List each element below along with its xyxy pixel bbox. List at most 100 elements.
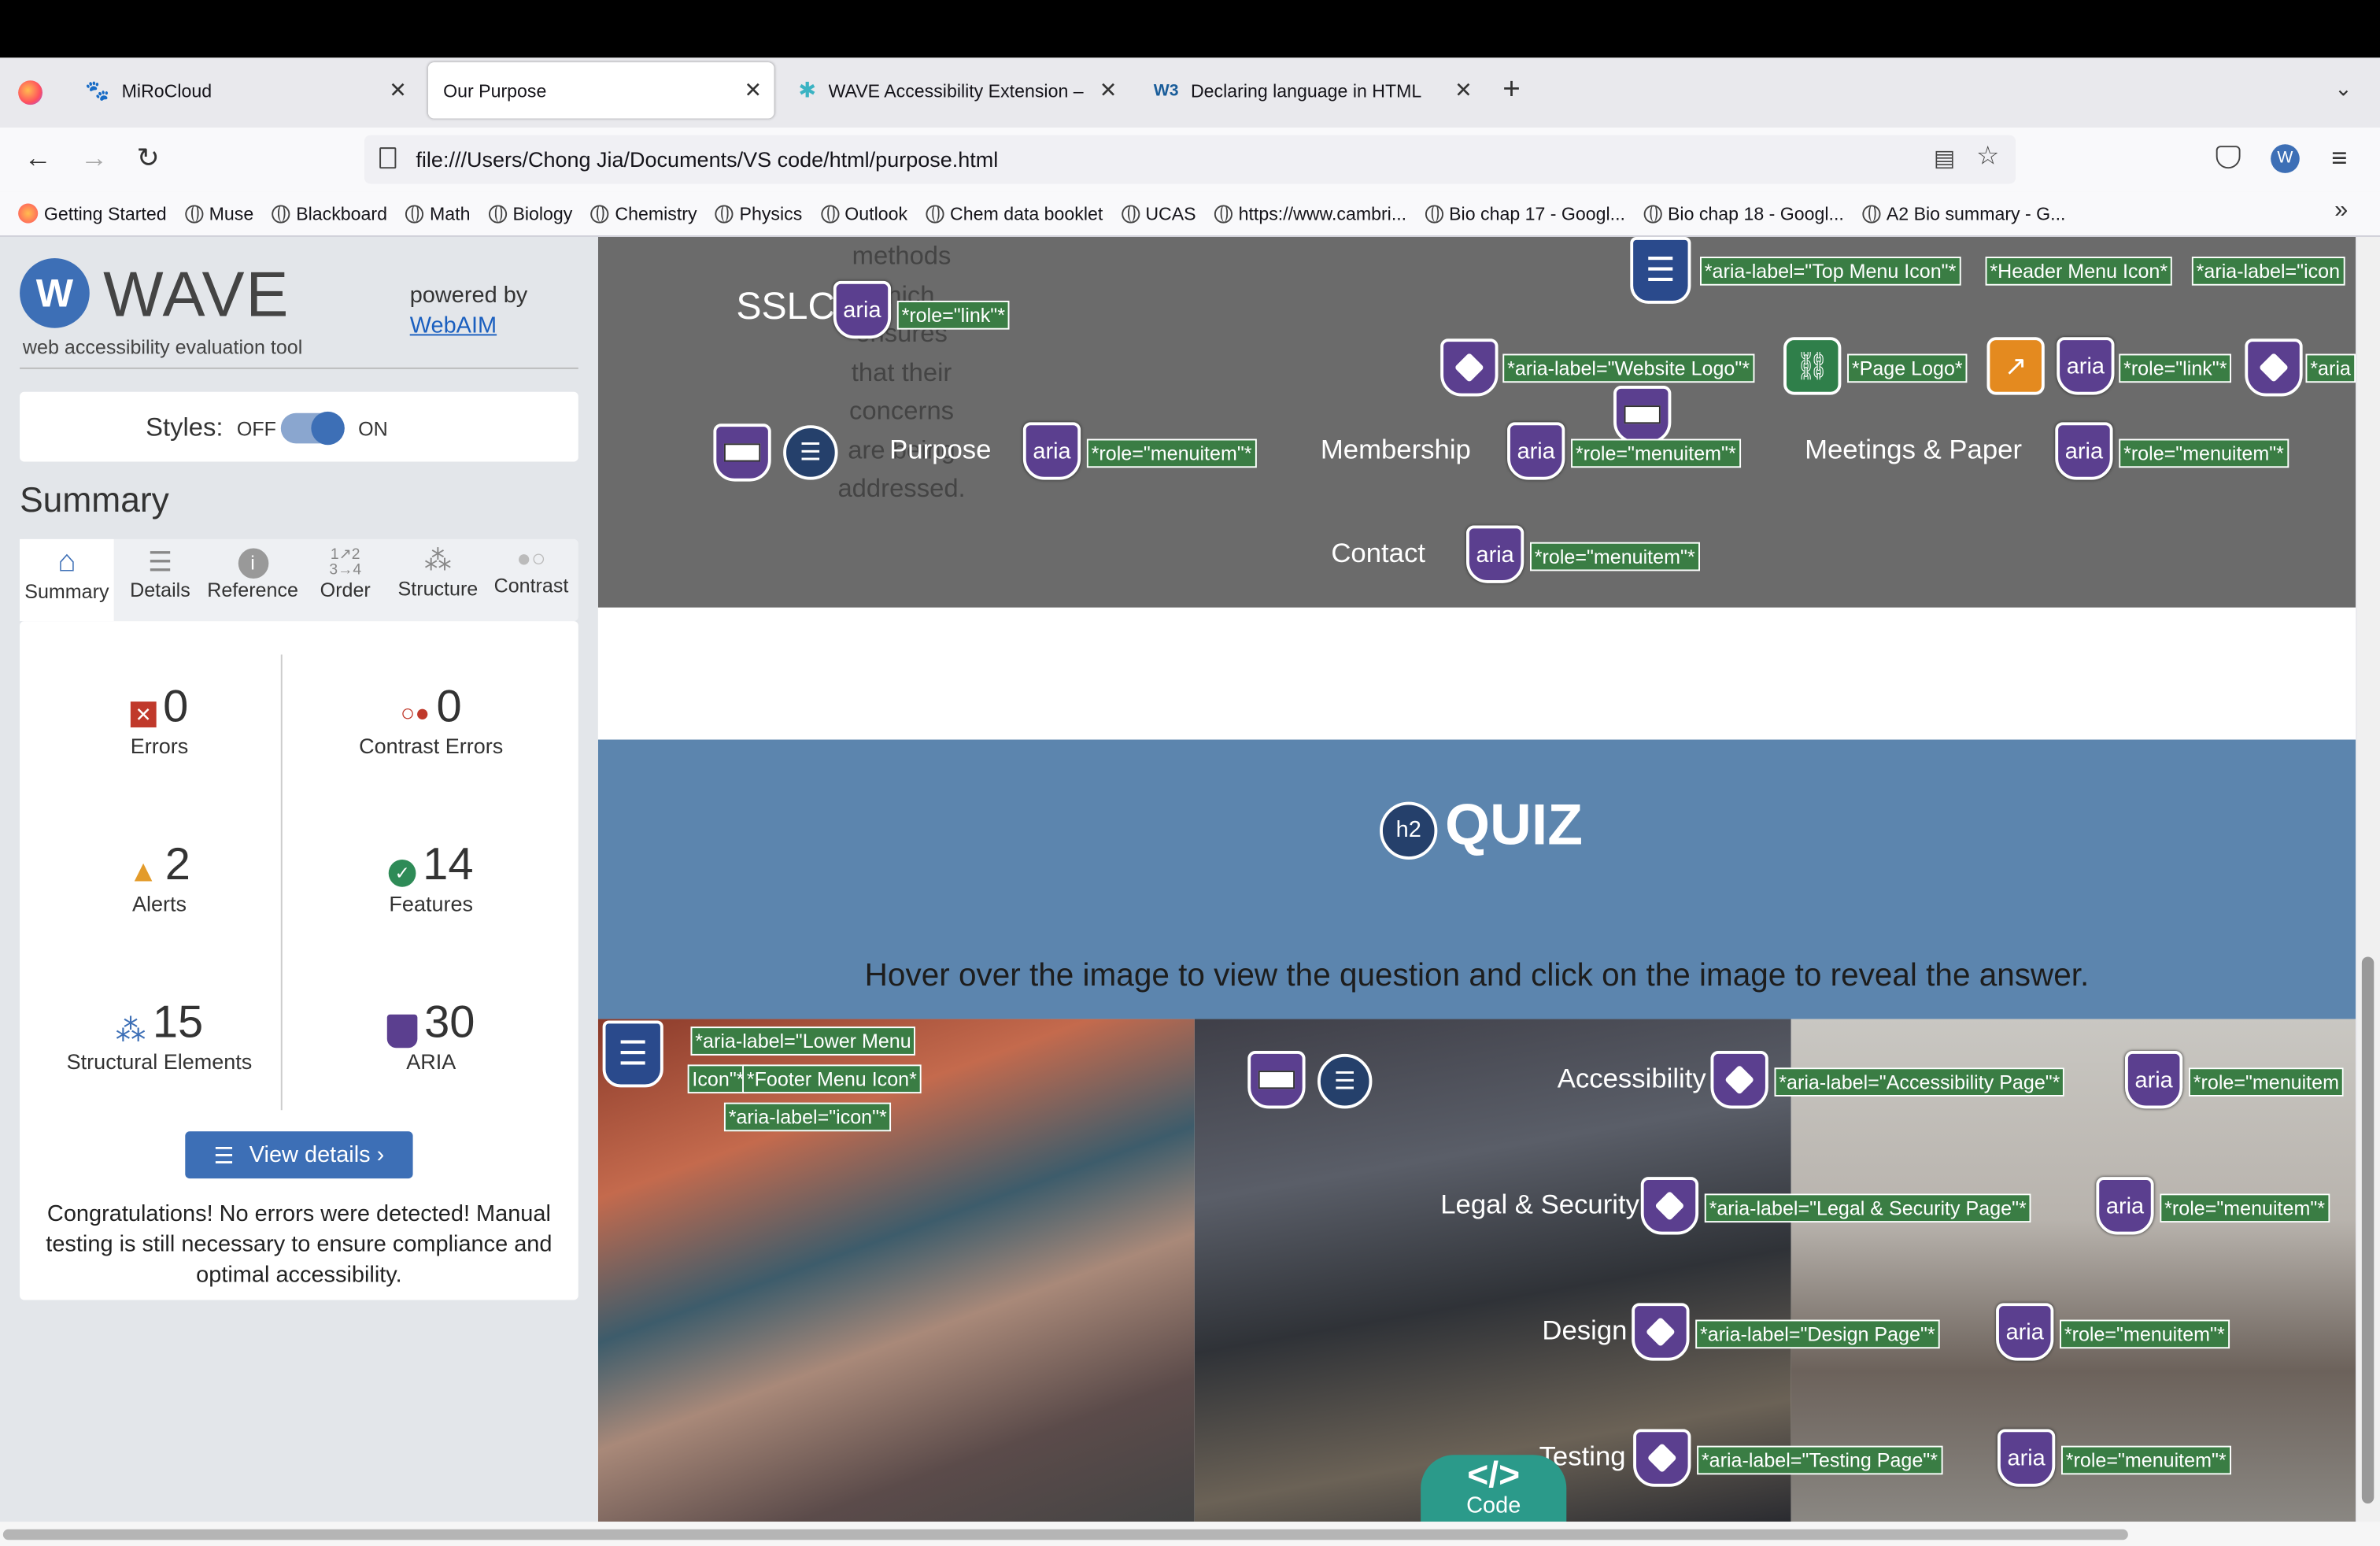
accessibility-page-label: *aria-label="Accessibility Page"* — [1774, 1067, 2065, 1097]
nav-link-purpose[interactable]: Purpose — [889, 435, 991, 467]
nav-link-contact[interactable]: Contact — [1331, 538, 1425, 570]
reload-icon[interactable]: ↻ — [137, 142, 160, 175]
browser-window: 🐾 MiRoCloud ✕ Our Purpose ✕ ✱ WAVE Acces… — [0, 0, 2380, 1546]
divider — [20, 367, 578, 369]
footer-menu-label: *Footer Menu Icon* — [742, 1064, 922, 1094]
reader-view-icon[interactable]: ▤ — [1934, 144, 1955, 172]
list-icon: ☰ — [783, 425, 838, 480]
bookmark-biology[interactable]: Biology — [488, 203, 572, 224]
footer-link-design[interactable]: Design — [1542, 1315, 1627, 1348]
role-menuitem-label: *role="menuitem — [2188, 1067, 2344, 1097]
structural-stat[interactable]: ⁂ 15 Structural Elements — [35, 998, 283, 1074]
errors-label: Errors — [130, 733, 189, 758]
bookmark-outlook[interactable]: Outlook — [820, 203, 907, 224]
horizontal-scrollbar[interactable] — [0, 1522, 2380, 1546]
alert-icon: ▲ — [128, 855, 159, 890]
scrollbar-thumb[interactable] — [2, 1529, 2128, 1540]
bookmark-physics[interactable]: Physics — [715, 203, 802, 224]
features-stat[interactable]: ✓ 14 Features — [302, 840, 560, 915]
code-toggle-button[interactable]: </> Code — [1421, 1455, 1567, 1522]
role-menuitem-label: *role="menuitem"* — [2060, 1445, 2231, 1475]
bookmark-label: A2 Bio summary - G... — [1886, 202, 2066, 224]
bookmark-label: Chem data booklet — [950, 202, 1103, 224]
app-menu-icon[interactable]: ≡ — [2331, 142, 2347, 175]
bookmark-math[interactable]: Math — [405, 203, 470, 224]
nav-link-meetings[interactable]: Meetings & Paper — [1805, 435, 2022, 467]
header-section: methods which ensures that their concern… — [597, 236, 2356, 608]
page-viewport: methods which ensures that their concern… — [597, 236, 2356, 1522]
bookmark-getting-started[interactable]: Getting Started — [18, 203, 167, 224]
scrollbar-thumb[interactable] — [2361, 956, 2374, 1503]
wave-extension-icon[interactable]: W — [2271, 144, 2300, 173]
tab-title: Declaring language in HTML — [1190, 80, 1422, 102]
file-icon — [379, 147, 397, 169]
tab-structure[interactable]: ⁂ Structure — [392, 539, 485, 621]
bookmark-bio-18[interactable]: Bio chap 18 - Googl... — [1643, 203, 1844, 224]
structural-label: Structural Elements — [66, 1049, 253, 1074]
tab-declaring-language[interactable]: W3 Declaring language in HTML ✕ — [1138, 62, 1484, 118]
vertical-scrollbar[interactable] — [2357, 236, 2380, 1522]
globe-icon — [1121, 204, 1140, 223]
sslc-logo-link[interactable]: SSLC — [736, 286, 835, 330]
bookmark-a2-bio[interactable]: A2 Bio summary - G... — [1861, 202, 2066, 224]
styles-toggle[interactable] — [280, 411, 345, 446]
nav-link-membership[interactable]: Membership — [1321, 435, 1471, 467]
menu-icon — [1613, 386, 1672, 444]
bookmark-chem-data[interactable]: Chem data booklet — [926, 203, 1103, 224]
tab-our-purpose[interactable]: Our Purpose ✕ — [427, 62, 774, 119]
aria-icon: aria — [833, 280, 892, 339]
contrast-errors-stat[interactable]: ○● 0 Contrast Errors — [302, 682, 560, 757]
aria-stat[interactable]: 30 ARIA — [302, 998, 560, 1074]
tab-mirocloud[interactable]: 🐾 MiRoCloud ✕ — [70, 62, 419, 118]
bookmark-blackboard[interactable]: Blackboard — [272, 203, 387, 224]
bookmark-muse[interactable]: Muse — [184, 203, 253, 224]
summary-card: ✕ 0 Errors ○● 0 Contrast Errors ▲ 2 Aler… — [20, 621, 578, 1300]
alerts-stat[interactable]: ▲ 2 Alerts — [50, 840, 269, 915]
list-tabs-icon[interactable]: ⌄ — [2334, 76, 2352, 102]
bookmark-label: Math — [429, 202, 471, 224]
tab-details[interactable]: ☰ Details — [114, 539, 207, 621]
purpose-text: methods which ensures that their concern… — [817, 237, 987, 508]
globe-icon — [405, 204, 424, 223]
close-tab-icon[interactable]: ✕ — [1099, 77, 1118, 103]
footer-link-accessibility[interactable]: Accessibility — [1558, 1063, 1706, 1095]
bookmark-chemistry[interactable]: Chemistry — [590, 203, 697, 224]
webaim-link[interactable]: WebAIM — [410, 313, 497, 338]
tab-contrast[interactable]: ●○ Contrast — [484, 539, 578, 621]
close-tab-icon[interactable]: ✕ — [745, 77, 763, 103]
url-bar[interactable]: file:///Users/Chong Jia/Documents/VS cod… — [364, 135, 2016, 184]
styles-label: Styles: — [146, 412, 224, 442]
wave-tagline: web accessibility evaluation tool — [22, 335, 303, 359]
bookmark-star-icon[interactable]: ☆ — [1976, 141, 1999, 172]
footer-link-legal[interactable]: Legal & Security — [1440, 1189, 1639, 1222]
globe-icon — [820, 204, 839, 223]
bookmark-cambridge[interactable]: https://www.cambri... — [1214, 203, 1406, 224]
view-details-button[interactable]: ☰ View details › — [185, 1131, 413, 1179]
tab-reference[interactable]: i Reference — [206, 539, 299, 621]
tab-title: Our Purpose — [443, 80, 547, 102]
contrast-error-icon: ○● — [400, 701, 430, 727]
bookmark-bio-17[interactable]: Bio chap 17 - Googl... — [1425, 203, 1625, 224]
tab-summary[interactable]: ⌂ Summary — [20, 538, 114, 622]
list-icon: ☰ — [1317, 1053, 1373, 1109]
tab-label: Structure — [397, 577, 479, 601]
close-tab-icon[interactable]: ✕ — [389, 77, 407, 103]
globe-icon — [1425, 204, 1443, 223]
check-icon: ✓ — [388, 859, 416, 887]
quiz-image-hands[interactable] — [597, 1019, 1195, 1522]
close-tab-icon[interactable]: ✕ — [1454, 77, 1473, 103]
errors-stat[interactable]: ✕ 0 Errors — [50, 682, 269, 758]
new-tab-icon[interactable]: + — [1502, 73, 1521, 108]
tab-order[interactable]: 1↗2 3→4 Order — [299, 539, 392, 621]
tab-wave-extension[interactable]: ✱ WAVE Accessibility Extension – ✕ — [783, 62, 1129, 118]
forward-icon[interactable]: → — [80, 142, 108, 175]
role-menuitem-label: *role="menuitem"* — [1571, 438, 1741, 468]
bookmark-ucas[interactable]: UCAS — [1121, 203, 1196, 224]
tab-label: Details — [130, 579, 190, 601]
back-icon[interactable]: ← — [24, 142, 52, 175]
top-menu-icon: ☰ — [1630, 236, 1691, 304]
w3c-icon: W3 — [1153, 81, 1179, 100]
toggle-knob — [311, 411, 345, 446]
more-bookmarks-icon[interactable]: » — [2334, 198, 2348, 225]
firefox-icon[interactable] — [18, 80, 42, 105]
